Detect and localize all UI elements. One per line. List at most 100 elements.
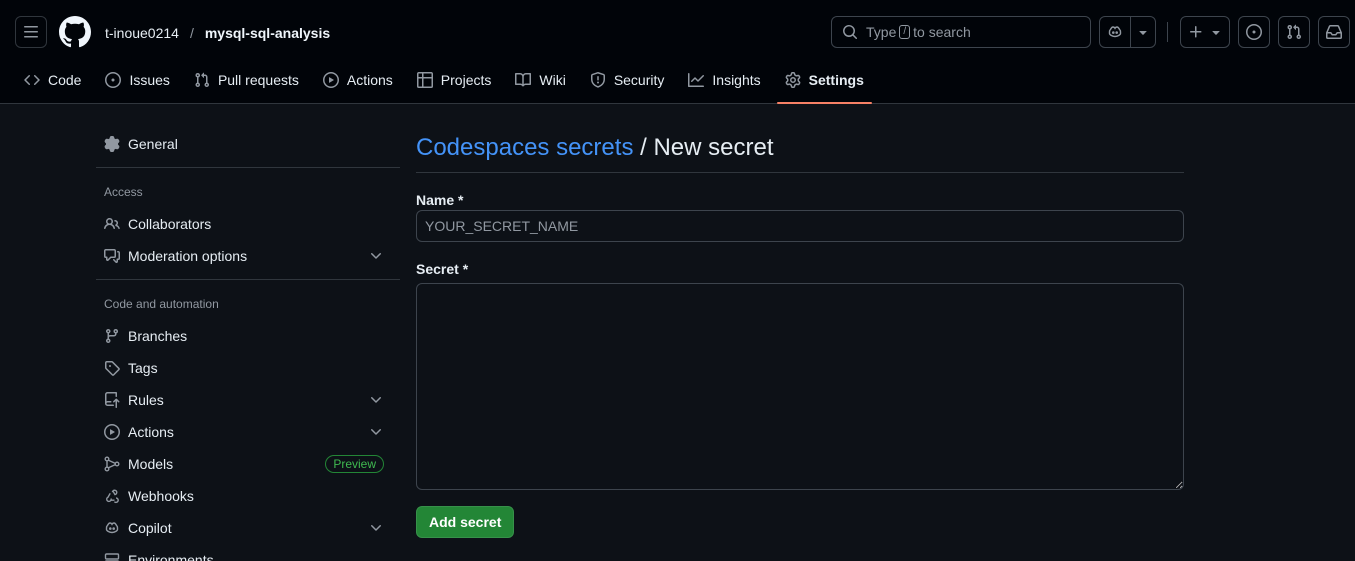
- tab-insights-label: Insights: [712, 72, 761, 88]
- breadcrumb-separator: /: [189, 25, 194, 41]
- ai-model-icon: [104, 456, 120, 472]
- sidebar-item-general[interactable]: General: [96, 128, 400, 160]
- sidebar-item-collaborators-label: Collaborators: [128, 216, 212, 232]
- repo-push-icon: [105, 392, 120, 408]
- chevron-down-icon[interactable]: [368, 424, 384, 440]
- tab-issues-label: Issues: [129, 72, 170, 88]
- copilot-button[interactable]: [1100, 17, 1132, 47]
- shield-icon: [590, 72, 605, 88]
- name-label: Name *: [416, 192, 464, 208]
- tab-code-label: Code: [48, 72, 82, 88]
- people-icon: [104, 217, 120, 230]
- sidebar-heading-code-automation: Code and automation: [104, 297, 219, 311]
- sidebar-item-models-label: Models: [128, 456, 174, 472]
- tab-actions-label: Actions: [346, 72, 393, 88]
- sidebar-item-general-label: General: [128, 136, 178, 152]
- server-icon: [104, 553, 120, 561]
- tab-settings[interactable]: Settings: [776, 64, 873, 104]
- sidebar-item-webhooks[interactable]: Webhooks: [96, 480, 400, 512]
- sidebar-divider: [96, 279, 400, 280]
- sidebar-divider: [96, 167, 400, 168]
- menu-button[interactable]: [15, 16, 47, 48]
- repo-nav-tabs: Code Issues Pull requests Actions Projec…: [16, 64, 880, 104]
- copilot-dropdown-button[interactable]: [1131, 17, 1155, 47]
- preview-badge: Preview: [325, 455, 384, 473]
- plus-icon: [1190, 26, 1202, 38]
- title-divider: [416, 172, 1184, 173]
- tab-wiki-label: Wiki: [539, 72, 566, 88]
- github-logo-icon[interactable]: [59, 16, 91, 48]
- sidebar-heading-access: Access: [104, 185, 143, 199]
- sidebar-item-models[interactable]: Models Preview: [96, 448, 400, 480]
- tab-wiki[interactable]: Wiki: [507, 64, 573, 104]
- chevron-down-icon[interactable]: [368, 248, 384, 264]
- sidebar-item-environments-label: Environments: [128, 552, 214, 561]
- secret-value-textarea[interactable]: [416, 283, 1184, 490]
- issue-opened-icon: [1246, 24, 1262, 40]
- secret-label: Secret *: [416, 261, 469, 277]
- code-icon: [24, 74, 40, 86]
- copilot-button-group: [1099, 16, 1156, 48]
- chevron-down-icon[interactable]: [368, 392, 384, 408]
- tab-security-label: Security: [613, 72, 665, 88]
- sidebar-item-actions[interactable]: Actions: [96, 416, 400, 448]
- sidebar-item-webhooks-label: Webhooks: [128, 488, 194, 504]
- book-icon: [515, 72, 532, 87]
- sidebar-item-branches-label: Branches: [128, 328, 188, 344]
- table-icon: [416, 72, 433, 88]
- play-icon: [322, 72, 339, 88]
- repo-header: t-inoue0214 / mysql-sql-analysis Type / …: [0, 0, 1355, 104]
- search-input[interactable]: Type / to search: [831, 16, 1091, 48]
- codespaces-secrets-link[interactable]: Codespaces secrets: [416, 134, 633, 162]
- sidebar-item-moderation-options[interactable]: Moderation options: [96, 240, 400, 272]
- tab-issues[interactable]: Issues: [97, 64, 177, 104]
- sidebar-item-tags-label: Tags: [128, 360, 158, 376]
- add-secret-button[interactable]: Add secret: [416, 506, 515, 538]
- copilot-icon: [1109, 26, 1122, 38]
- sidebar-item-branches[interactable]: Branches: [96, 320, 400, 352]
- copilot-icon: [105, 522, 119, 534]
- notifications-button[interactable]: [1318, 16, 1350, 48]
- tab-insights[interactable]: Insights: [680, 64, 768, 104]
- sidebar-item-collaborators[interactable]: Collaborators: [96, 208, 400, 240]
- tab-pull-requests-label: Pull requests: [217, 72, 299, 88]
- sidebar-item-environments[interactable]: Environments: [96, 544, 400, 561]
- tab-security[interactable]: Security: [582, 64, 673, 104]
- header-divider: [1167, 22, 1168, 42]
- sidebar-item-rules-label: Rules: [128, 392, 164, 408]
- tab-pull-requests[interactable]: Pull requests: [186, 64, 307, 104]
- page-title: Codespaces secrets / New secret: [416, 128, 1184, 168]
- new-secret-form: Codespaces secrets / New secret Name * S…: [416, 128, 1184, 538]
- sidebar-item-copilot-label: Copilot: [128, 520, 172, 536]
- sidebar-item-rules[interactable]: Rules: [96, 384, 400, 416]
- tab-projects[interactable]: Projects: [409, 64, 500, 104]
- gear-icon: [104, 136, 120, 152]
- your-issues-button[interactable]: [1238, 16, 1270, 48]
- search-placeholder: Type / to search: [866, 24, 971, 40]
- breadcrumb-repo-link[interactable]: mysql-sql-analysis: [205, 25, 330, 41]
- secret-name-input[interactable]: [416, 210, 1184, 242]
- sidebar-item-moderation-label: Moderation options: [128, 248, 248, 264]
- create-new-button[interactable]: [1180, 16, 1230, 48]
- settings-sidebar: General Access Collaborators Moderation …: [96, 128, 400, 561]
- tab-actions[interactable]: Actions: [315, 64, 401, 104]
- tab-code[interactable]: Code: [16, 64, 89, 104]
- triangle-down-icon: [1212, 31, 1220, 35]
- tab-projects-label: Projects: [440, 72, 492, 88]
- breadcrumb-owner-link[interactable]: t-inoue0214: [105, 25, 179, 41]
- search-placeholder-after: to search: [913, 24, 971, 40]
- git-pull-request-icon: [1287, 24, 1302, 40]
- git-branch-icon: [105, 329, 118, 344]
- breadcrumb: t-inoue0214 / mysql-sql-analysis: [105, 24, 330, 42]
- gear-icon: [785, 72, 801, 88]
- chevron-down-icon[interactable]: [368, 520, 384, 536]
- sidebar-item-copilot[interactable]: Copilot: [96, 512, 400, 544]
- search-icon: [843, 25, 858, 40]
- tag-icon: [105, 361, 120, 376]
- sidebar-item-tags[interactable]: Tags: [96, 352, 400, 384]
- tab-settings-label: Settings: [808, 72, 864, 88]
- your-pull-requests-button[interactable]: [1278, 16, 1310, 48]
- sidebar-item-actions-label: Actions: [128, 424, 174, 440]
- comment-discussion-icon: [104, 249, 120, 263]
- search-shortcut-key: /: [899, 25, 911, 39]
